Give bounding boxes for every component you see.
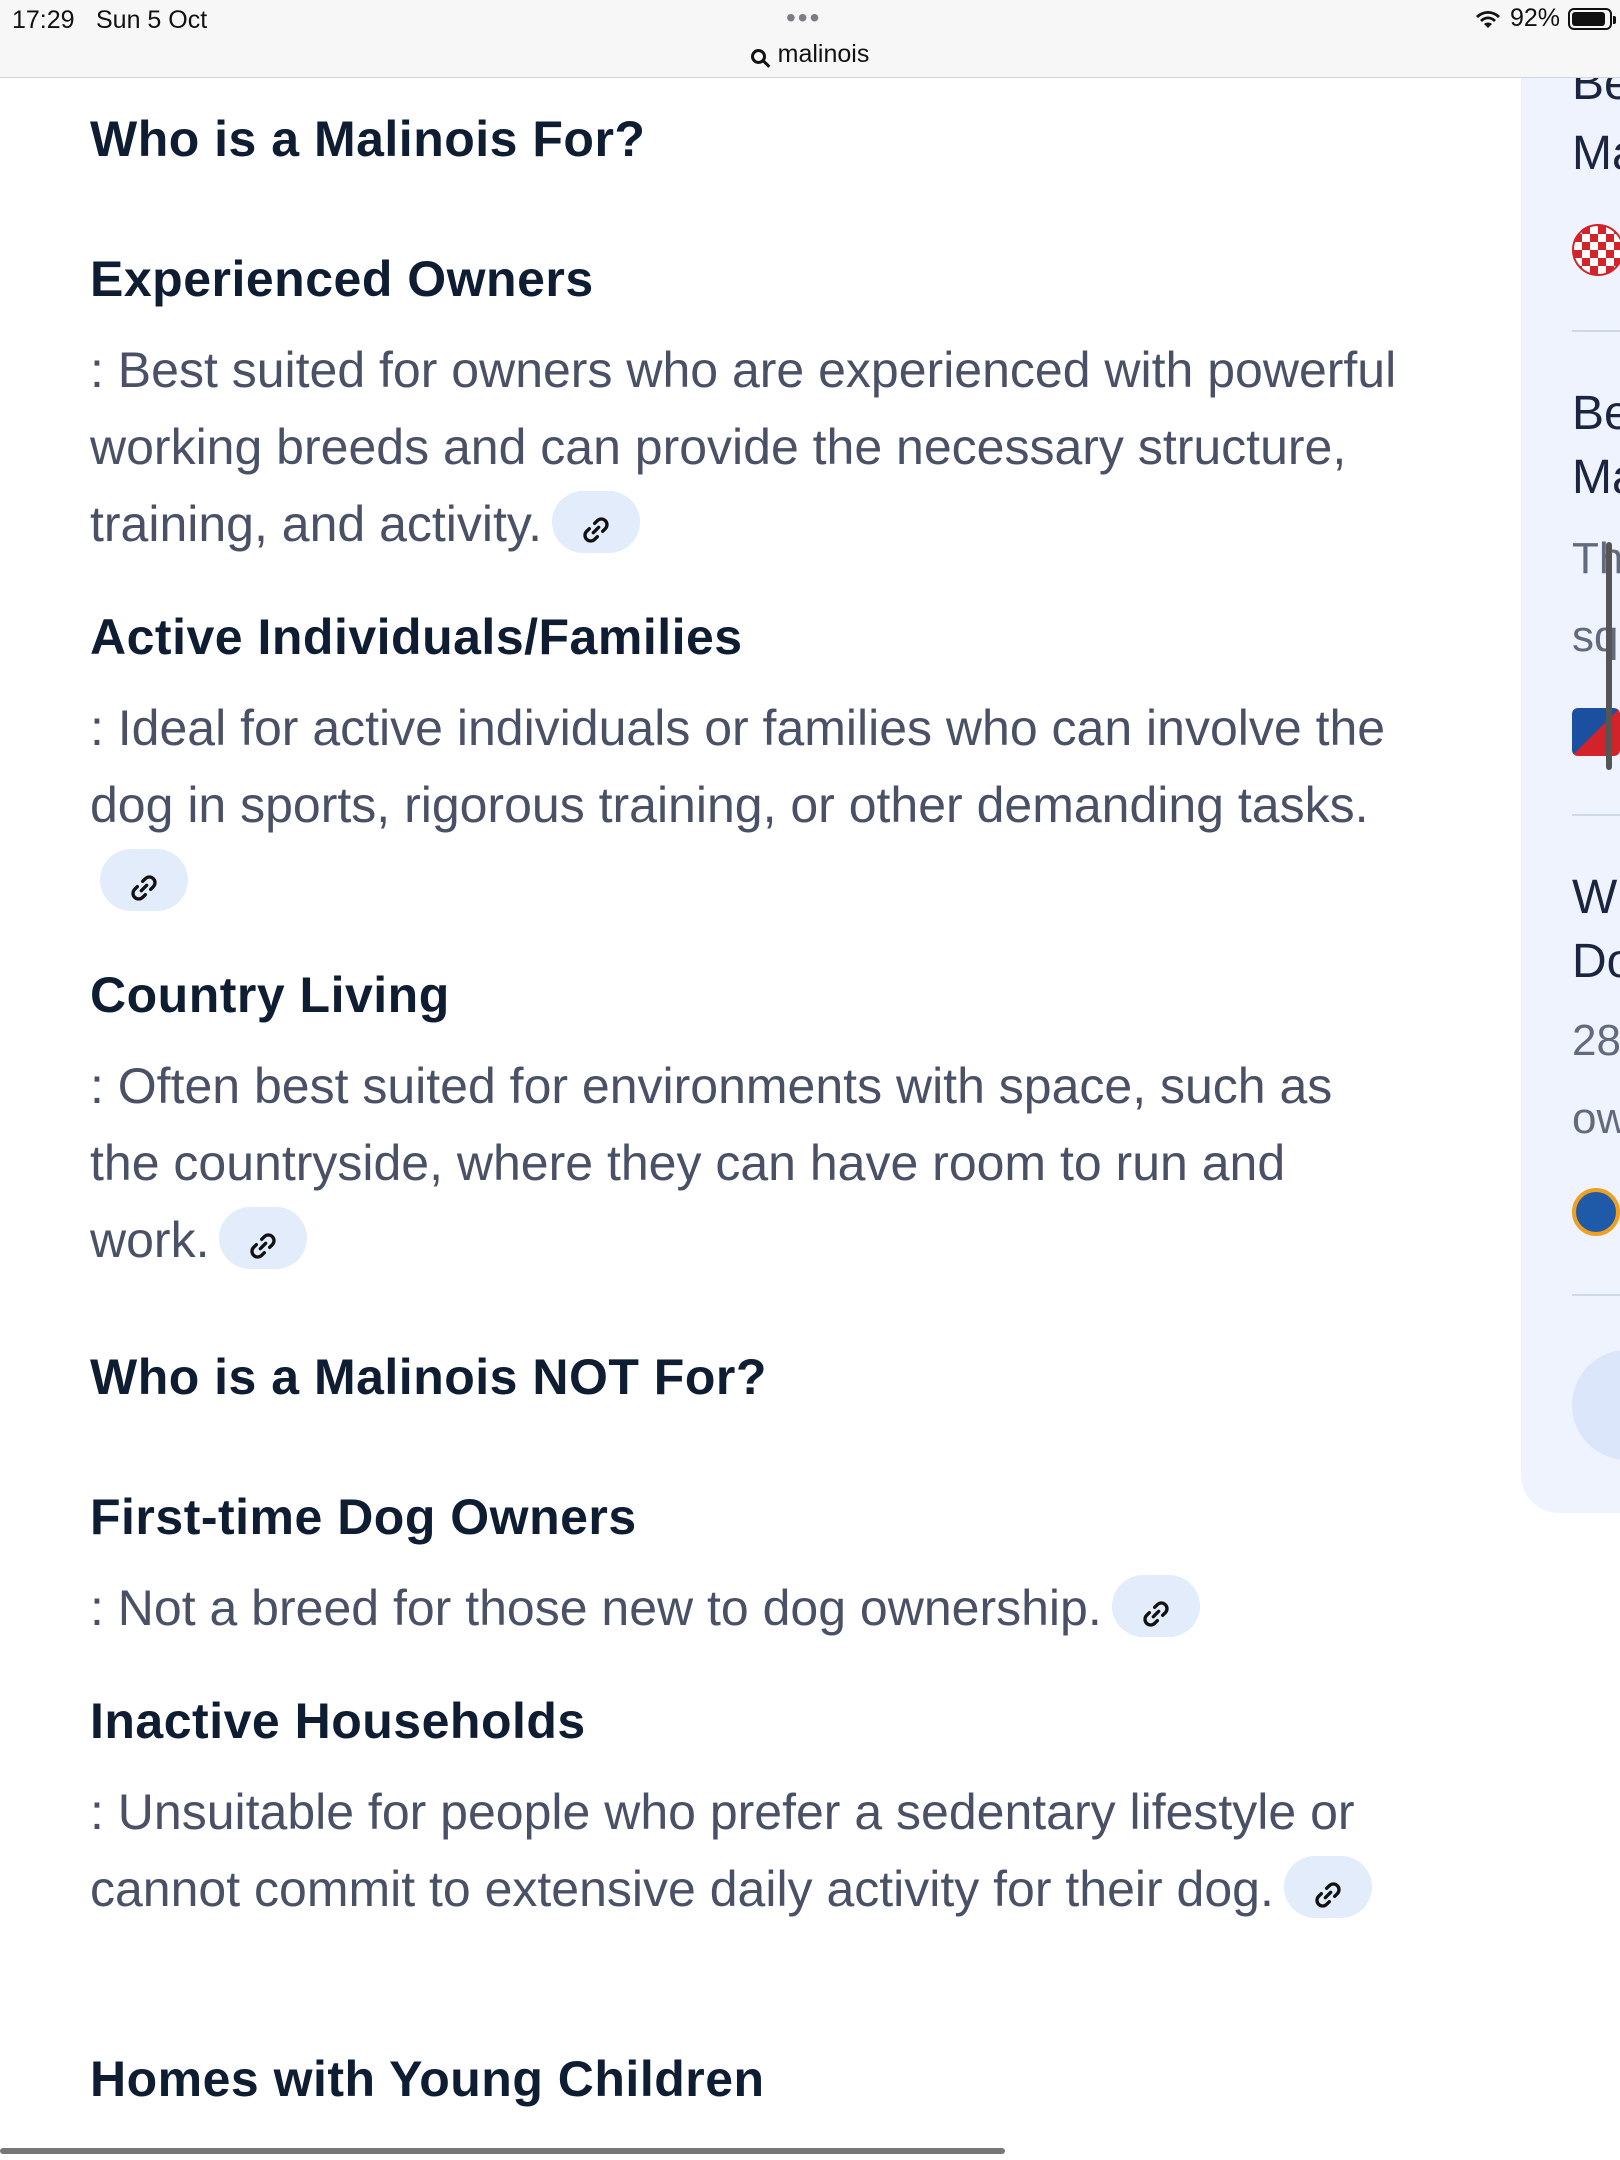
address-bar[interactable]: malinois bbox=[0, 40, 1620, 69]
item-heading: Experienced Owners bbox=[90, 251, 594, 307]
source-logo-icon bbox=[1572, 708, 1620, 756]
wifi-icon bbox=[1475, 10, 1500, 28]
page-scrollbar[interactable] bbox=[0, 2148, 1005, 2154]
paw-logo-icon bbox=[1572, 1188, 1620, 1236]
source-link-button[interactable] bbox=[552, 490, 641, 553]
status-time: 17:29 bbox=[12, 6, 75, 34]
source-link-button[interactable] bbox=[219, 1206, 308, 1269]
item-text: : Ideal for active individuals or famili… bbox=[90, 690, 1410, 921]
link-icon bbox=[583, 517, 609, 543]
address-text: malinois bbox=[777, 40, 870, 68]
item-heading: Inactive Households bbox=[90, 1693, 586, 1749]
battery-icon bbox=[1568, 7, 1616, 30]
item-heading: First-time Dog Owners bbox=[90, 1489, 637, 1545]
source-link-button[interactable] bbox=[1283, 1855, 1372, 1918]
source-card-title[interactable]: Be bbox=[1572, 78, 1620, 111]
more-dots-icon[interactable]: ••• bbox=[786, 2, 821, 34]
status-date: Sun 5 Oct bbox=[96, 6, 208, 34]
item-text-content: : Not a breed for those new to dog owner… bbox=[90, 1580, 1102, 1636]
item-heading: Active Individuals/Families bbox=[90, 609, 743, 665]
link-icon bbox=[250, 1233, 277, 1259]
item-text: : Best suited for owners who are experie… bbox=[90, 332, 1410, 563]
item-text-content: : Best suited for owners who are experie… bbox=[90, 342, 1397, 552]
divider bbox=[1572, 330, 1620, 332]
link-icon bbox=[1143, 1601, 1169, 1627]
side-scrollbar[interactable] bbox=[1606, 542, 1612, 770]
source-logo-icon bbox=[1572, 224, 1620, 276]
item-text: : Unsuitable for people who prefer a sed… bbox=[90, 1774, 1410, 1928]
item-text-content: : Ideal for active individuals or famili… bbox=[90, 700, 1386, 833]
item-heading: Country Living bbox=[90, 967, 450, 1023]
item-text: : Often best suited for environments wit… bbox=[90, 1048, 1410, 1279]
status-indicators: 92% bbox=[1474, 4, 1616, 33]
show-all-button[interactable] bbox=[1572, 1350, 1620, 1460]
divider bbox=[1572, 814, 1620, 816]
source-card-title[interactable]: Do bbox=[1572, 934, 1620, 989]
source-card-snippet: ow bbox=[1572, 1094, 1620, 1143]
section-title-not-for: Who is a Malinois NOT For? bbox=[90, 1349, 767, 1405]
source-link-button[interactable] bbox=[1111, 1574, 1200, 1637]
source-card-title[interactable]: Be bbox=[1572, 386, 1620, 441]
source-link-button[interactable] bbox=[100, 848, 188, 911]
item-text-content: : Unsuitable for people who prefer a sed… bbox=[90, 1784, 1355, 1917]
source-card-snippet: Th bbox=[1572, 534, 1620, 583]
link-icon bbox=[1315, 1882, 1341, 1908]
battery-percent: 92% bbox=[1509, 4, 1560, 32]
source-card-title[interactable]: W bbox=[1572, 870, 1617, 925]
source-card-title[interactable]: Ma bbox=[1572, 450, 1620, 505]
status-bar: 17:29 Sun 5 Oct ••• malinois 92% bbox=[0, 0, 1620, 78]
search-icon bbox=[750, 49, 766, 64]
source-card-snippet: 28 bbox=[1572, 1016, 1620, 1065]
sources-side-panel[interactable]: Be Ma Be Ma Th sq W Do 28 ow bbox=[1521, 78, 1620, 1513]
divider bbox=[1572, 1294, 1620, 1296]
link-icon bbox=[131, 875, 157, 901]
source-card-title[interactable]: Ma bbox=[1572, 126, 1620, 181]
item-heading: Homes with Young Children bbox=[90, 2051, 765, 2107]
section-title-for: Who is a Malinois For? bbox=[90, 111, 646, 167]
item-text: : Not a breed for those new to dog owner… bbox=[90, 1570, 1410, 1647]
